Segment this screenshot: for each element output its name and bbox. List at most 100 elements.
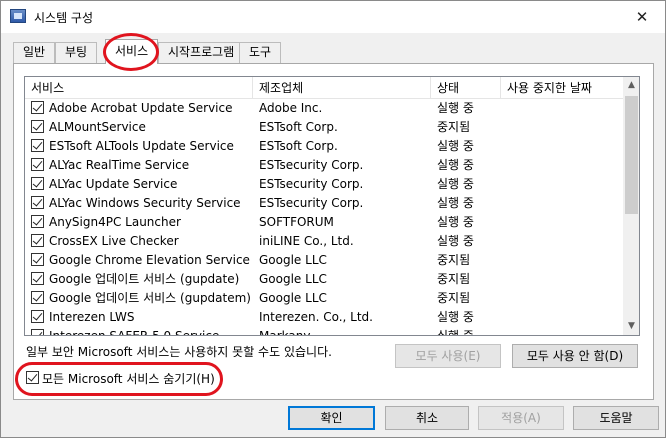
service-checkbox[interactable] (31, 215, 44, 228)
column-header-manufacturer[interactable]: 제조업체 (253, 77, 431, 99)
service-date-disabled (509, 99, 619, 118)
service-date-disabled (509, 327, 619, 335)
scroll-up-arrow-icon[interactable]: ▲ (623, 77, 639, 94)
service-checkbox[interactable] (31, 329, 44, 335)
service-name: CrossEX Live Checker (49, 234, 179, 248)
service-row[interactable]: AnySign4PC Launcher SOFTFORUM 실행 중 (25, 213, 623, 232)
service-checkbox[interactable] (31, 253, 44, 266)
service-row[interactable]: ALYac Update Service ESTsecurity Corp. 실행 … (25, 175, 623, 194)
security-services-note: 일부 보안 Microsoft 서비스는 사용하지 못할 수도 있습니다. (26, 345, 332, 359)
service-row[interactable]: Google 업데이트 서비스 (gupdatem) Google LLC 중지됨 (25, 289, 623, 308)
service-manufacturer: ESTsoft Corp. (259, 139, 338, 153)
service-manufacturer: Google LLC (259, 272, 327, 286)
scroll-down-arrow-icon[interactable]: ▼ (623, 318, 639, 335)
service-manufacturer: iniLINE Co., Ltd. (259, 234, 354, 248)
tab-services[interactable]: 서비스 (105, 39, 159, 64)
service-status: 실행 중 (437, 158, 474, 172)
msconfig-app-icon (10, 9, 26, 23)
service-manufacturer: SOFTFORUM (259, 215, 334, 229)
service-row[interactable]: ALMountService ESTsoft Corp. 중지됨 (25, 118, 623, 137)
service-name: ALYac Windows Security Service (49, 196, 241, 210)
service-manufacturer: ESTsecurity Corp. (259, 177, 364, 191)
service-date-disabled (509, 232, 619, 251)
service-date-disabled (509, 308, 619, 327)
service-name: Adobe Acrobat Update Service (49, 101, 233, 115)
service-checkbox[interactable] (31, 272, 44, 285)
service-manufacturer: Google LLC (259, 291, 327, 305)
apply-button[interactable]: 적용(A) (478, 406, 564, 430)
service-manufacturer: ESTsoft Corp. (259, 120, 338, 134)
service-date-disabled (509, 213, 619, 232)
service-row[interactable]: Interezen SAFER 5.0 Service Markany 실행 중 (25, 327, 623, 336)
service-row[interactable]: Adobe Acrobat Update Service Adobe Inc. 실행… (25, 99, 623, 118)
service-status: 실행 중 (437, 177, 474, 191)
service-name: ALYac Update Service (49, 177, 178, 191)
cancel-button[interactable]: 취소 (385, 406, 469, 430)
hide-microsoft-services-label[interactable]: 모든 Microsoft 서비스 숨기기(H) (42, 370, 215, 387)
scrollbar-thumb[interactable] (625, 96, 638, 214)
service-row[interactable]: Google Chrome Elevation Service Google LL… (25, 251, 623, 270)
services-list[interactable]: 서비스 제조업체 상태 사용 중지한 날짜 Adobe Acrobat Upda… (24, 76, 640, 336)
ok-button[interactable]: 확인 (288, 406, 375, 430)
service-checkbox[interactable] (31, 196, 44, 209)
service-status: 실행 중 (437, 139, 474, 153)
service-name: AnySign4PC Launcher (49, 215, 181, 229)
service-checkbox[interactable] (31, 139, 44, 152)
service-row[interactable]: ALYac Windows Security Service ESTsecurit… (25, 194, 623, 213)
service-status: 중지됨 (437, 272, 471, 286)
column-header-date-disabled[interactable]: 사용 중지한 날짜 (501, 77, 623, 99)
service-manufacturer: ESTsecurity Corp. (259, 158, 364, 172)
column-header-service[interactable]: 서비스 (25, 77, 253, 99)
tab-tools[interactable]: 도구 (239, 42, 282, 63)
service-checkbox[interactable] (31, 120, 44, 133)
service-checkbox[interactable] (31, 291, 44, 304)
service-row[interactable]: Google 업데이트 서비스 (gupdate) Google LLC 중지됨 (25, 270, 623, 289)
service-checkbox[interactable] (31, 234, 44, 247)
list-header: 서비스 제조업체 상태 사용 중지한 날짜 (25, 77, 623, 99)
enable-all-button[interactable]: 모두 사용(E) (395, 344, 501, 368)
service-date-disabled (509, 118, 619, 137)
service-row[interactable]: ESTsoft ALTools Update Service ESTsoft Co… (25, 137, 623, 156)
service-rows: Adobe Acrobat Update Service Adobe Inc. 실행… (25, 99, 623, 336)
service-manufacturer: Adobe Inc. (259, 101, 323, 115)
service-checkbox[interactable] (31, 310, 44, 323)
service-manufacturer: Google LLC (259, 253, 327, 267)
service-status: 실행 중 (437, 196, 474, 210)
service-name: Interezen LWS (49, 310, 135, 324)
service-row[interactable]: ALYac RealTime Service ESTsecurity Corp. 실… (25, 156, 623, 175)
service-checkbox[interactable] (31, 158, 44, 171)
disable-all-button[interactable]: 모두 사용 안 함(D) (512, 344, 638, 368)
tab-startup[interactable]: 시작프로그램 (158, 42, 245, 63)
service-date-disabled (509, 137, 619, 156)
service-date-disabled (509, 289, 619, 308)
service-date-disabled (509, 251, 619, 270)
service-checkbox[interactable] (31, 177, 44, 190)
vertical-scrollbar[interactable]: ▲ ▼ (623, 77, 639, 335)
service-date-disabled (509, 175, 619, 194)
service-name: Google Chrome Elevation Service (49, 253, 250, 267)
service-row[interactable]: Interezen LWS Interezen. Co., Ltd. 실행 중 (25, 308, 623, 327)
tab-general[interactable]: 일반 (13, 42, 56, 63)
window-title: 시스템 구성 (34, 11, 94, 25)
service-name: ALYac RealTime Service (49, 158, 190, 172)
service-status: 실행 중 (437, 234, 474, 248)
service-manufacturer: Markany (259, 329, 311, 336)
column-header-status[interactable]: 상태 (431, 77, 501, 99)
service-date-disabled (509, 270, 619, 289)
service-status: 중지됨 (437, 120, 471, 134)
tab-boot[interactable]: 부팅 (55, 42, 98, 63)
service-row[interactable]: CrossEX Live Checker iniLINE Co., Ltd. 실행 … (25, 232, 623, 251)
service-manufacturer: Interezen. Co., Ltd. (259, 310, 373, 324)
service-checkbox[interactable] (31, 101, 44, 114)
service-name: ALMountService (49, 120, 146, 134)
close-button[interactable]: ✕ (619, 1, 665, 33)
service-manufacturer: ESTsecurity Corp. (259, 196, 364, 210)
hide-microsoft-services-checkbox[interactable] (26, 371, 39, 384)
service-name: ESTsoft ALTools Update Service (49, 139, 234, 153)
service-name: Google 업데이트 서비스 (gupdatem) (49, 291, 251, 305)
service-status: 실행 중 (437, 215, 474, 229)
help-button[interactable]: 도움말 (573, 406, 659, 430)
service-status: 실행 중 (437, 310, 474, 324)
service-name: Interezen SAFER 5.0 Service (49, 329, 220, 336)
service-status: 중지됨 (437, 253, 471, 267)
